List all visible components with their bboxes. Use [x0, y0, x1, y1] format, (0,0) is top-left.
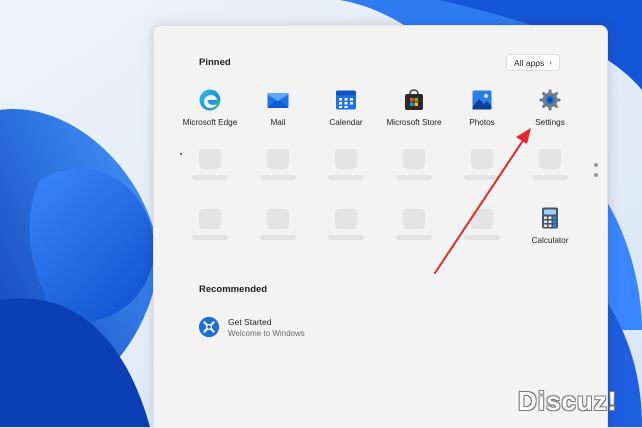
placeholder-tile-label: [464, 235, 500, 240]
placeholder-tile-icon: [199, 209, 221, 229]
placeholder-tile-label: [192, 235, 228, 240]
placeholder-tile-label: [260, 235, 296, 240]
placeholder-tile-label: [396, 175, 432, 180]
placeholder-tile-icon: [471, 209, 493, 229]
all-apps-label: All apps: [514, 57, 545, 68]
placeholder-tile-label: [464, 175, 500, 180]
photos-icon: [472, 90, 492, 110]
placeholder-tile-icon: [539, 149, 561, 169]
pinned-app-photos[interactable]: Photos: [449, 88, 515, 136]
pinned-app-store[interactable]: Microsoft Store: [381, 88, 447, 136]
app-label: Mail: [270, 118, 286, 127]
placeholder-tile-icon: [403, 149, 425, 169]
app-label: Settings: [535, 118, 565, 127]
app-label: Calculator: [531, 236, 569, 245]
app-label: Microsoft Store: [386, 118, 442, 127]
pinned-heading: Pinned: [199, 57, 231, 68]
pinned-app-calculator[interactable]: Calculator: [517, 206, 583, 246]
pinned-app-mail[interactable]: Mail: [245, 88, 311, 136]
mail-icon: [267, 93, 289, 108]
pinned-app-settings[interactable]: Settings: [517, 88, 583, 136]
page-indicator-dot[interactable]: [594, 163, 598, 167]
recommended-item-subtitle: Welcome to Windows: [228, 328, 305, 338]
cursor-dot: [180, 153, 182, 155]
placeholder-tile-label: [532, 175, 568, 180]
placeholder-tile-icon: [335, 209, 357, 229]
get-started-icon: [198, 316, 220, 338]
app-label: Microsoft Edge: [182, 118, 238, 127]
placeholder-tile-icon: [471, 149, 493, 169]
placeholder-tile-icon: [403, 209, 425, 229]
placeholder-tile-icon: [267, 149, 289, 169]
placeholder-tile-icon: [267, 209, 289, 229]
placeholder-tile-label: [396, 235, 432, 240]
app-label: Calendar: [329, 118, 363, 127]
recommended-item-get-started[interactable]: Get Started Welcome to Windows: [198, 313, 358, 341]
pinned-app-calendar[interactable]: Calendar: [313, 88, 379, 136]
calculator-icon: [542, 207, 558, 229]
watermark-logo: Discuz!: [518, 386, 618, 416]
pinned-app-edge[interactable]: Microsoft Edge: [177, 88, 243, 136]
gear-icon: [539, 89, 561, 111]
placeholder-tile-label: [328, 175, 364, 180]
recommended-item-title: Get Started: [228, 316, 272, 327]
placeholder-tile-label: [260, 175, 296, 180]
start-menu: Pinned All apps › Microsoft Edge Mail Ca…: [153, 25, 608, 428]
all-apps-button[interactable]: All apps ›: [506, 54, 560, 71]
placeholder-tile-label: [192, 175, 228, 180]
placeholder-tile-icon: [199, 149, 221, 169]
edge-icon: [199, 89, 221, 111]
page-indicator-dot[interactable]: [594, 173, 598, 177]
placeholder-tile-icon: [335, 149, 357, 169]
calendar-icon: [336, 90, 356, 110]
store-icon: [405, 89, 423, 110]
placeholder-tile-label: [328, 235, 364, 240]
recommended-heading: Recommended: [199, 284, 268, 295]
app-label: Photos: [469, 118, 495, 127]
chevron-right-icon: ›: [549, 58, 552, 67]
